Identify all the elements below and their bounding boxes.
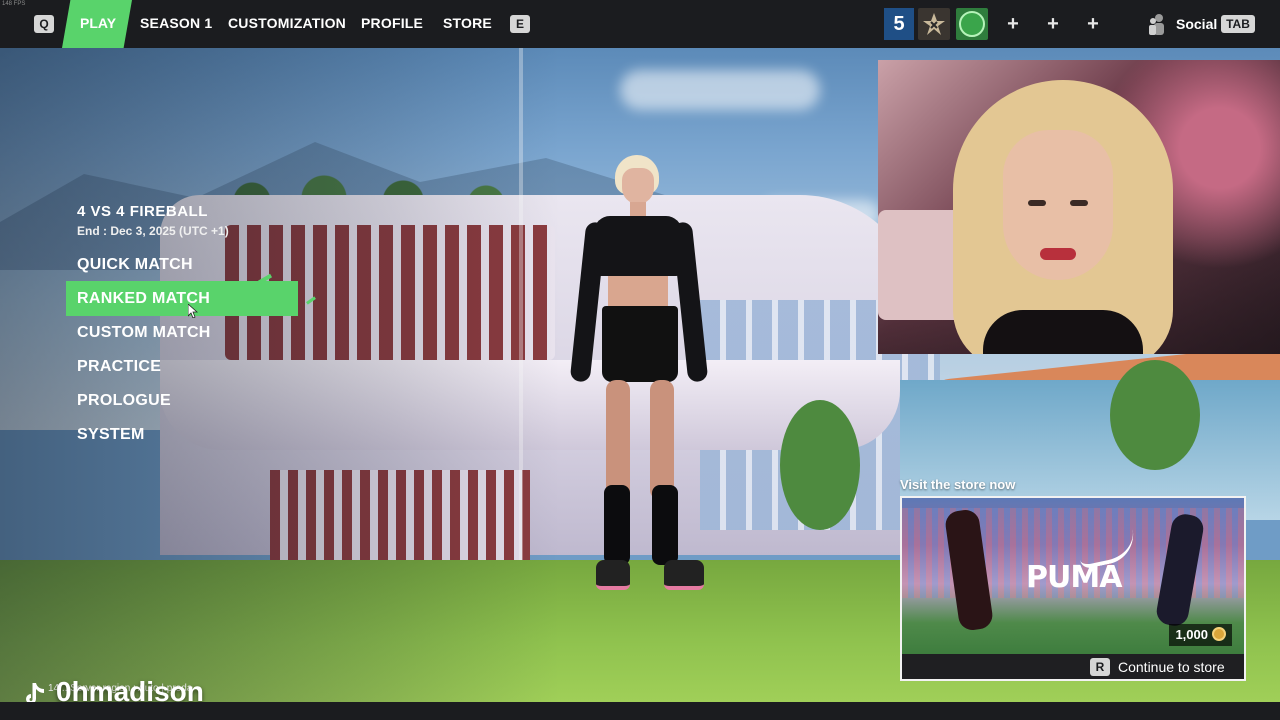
promo-footer[interactable]: R Continue to store <box>902 654 1244 679</box>
promo-brand-logo: PUMA <box>1026 560 1122 595</box>
star-emblem-icon <box>923 13 945 35</box>
tree <box>780 400 860 530</box>
menu-item-quick-match[interactable]: QUICK MATCH <box>77 256 193 274</box>
promo-price-value: 1,000 <box>1175 627 1208 642</box>
character-top <box>594 216 682 276</box>
tab-profile[interactable]: PROFILE <box>361 15 423 31</box>
streamer-eye <box>1028 200 1046 206</box>
tab-play-label: PLAY <box>80 15 117 31</box>
tab-store[interactable]: STORE <box>443 15 492 31</box>
character-leg <box>650 380 674 500</box>
social-label[interactable]: Social <box>1176 16 1217 32</box>
cloud <box>620 70 820 110</box>
character-boot <box>596 560 630 590</box>
character-leg <box>606 380 630 500</box>
character-sock <box>652 485 678 565</box>
continue-store-key[interactable]: R <box>1090 658 1110 676</box>
tab-play[interactable]: PLAY <box>62 0 132 48</box>
invite-slot-button[interactable]: + <box>1037 8 1069 40</box>
streamer-eye <box>1070 200 1088 206</box>
next-tab-key[interactable]: E <box>510 15 530 33</box>
menu-shade <box>0 48 560 720</box>
player-level-badge[interactable]: 5 <box>884 8 914 40</box>
party-avatar[interactable] <box>956 8 988 40</box>
tab-customization[interactable]: CUSTOMIZATION <box>228 15 346 31</box>
game-mode-end-date: End : Dec 3, 2025 (UTC +1) <box>77 224 229 238</box>
bottom-bar <box>0 702 1280 720</box>
character-sock <box>604 485 630 565</box>
player-character <box>560 150 720 600</box>
character-midriff <box>608 276 668 308</box>
menu-item-prologue[interactable]: PROLOGUE <box>77 392 171 410</box>
menu-item-custom-match[interactable]: CUSTOM MATCH <box>77 324 211 342</box>
top-nav-bar: 148 FPS Q PLAY SEASON 1 CUSTOMIZATION PR… <box>0 0 1280 48</box>
character-boot <box>664 560 704 590</box>
palm-tree <box>1110 360 1200 470</box>
character-face <box>622 168 654 204</box>
invite-slot-button[interactable]: + <box>1077 8 1109 40</box>
tab-season-1[interactable]: SEASON 1 <box>140 15 212 31</box>
streamer-lips <box>1040 248 1076 260</box>
rank-emblem-icon[interactable] <box>918 8 950 40</box>
mouse-cursor-icon <box>188 304 198 318</box>
store-promo-label: Visit the store now <box>900 477 1016 492</box>
continue-to-store-button[interactable]: Continue to store <box>1118 659 1225 675</box>
invite-slot-button[interactable]: + <box>997 8 1029 40</box>
menu-item-system[interactable]: SYSTEM <box>77 426 145 444</box>
prev-tab-key[interactable]: Q <box>34 15 54 33</box>
social-icon[interactable] <box>1148 12 1166 36</box>
store-promo-card[interactable]: PUMA 1,000 R Continue to store <box>900 496 1246 681</box>
fps-counter: 148 FPS <box>2 1 26 7</box>
soccer-ball-icon <box>959 11 985 37</box>
streamer-webcam <box>878 60 1280 354</box>
social-key[interactable]: TAB <box>1221 15 1255 33</box>
menu-item-practice[interactable]: PRACTICE <box>77 358 161 376</box>
coin-icon <box>1212 627 1226 641</box>
promo-price: 1,000 <box>1169 624 1232 646</box>
streamer-top <box>983 310 1143 354</box>
game-mode-title: 4 VS 4 FIREBALL <box>77 203 208 220</box>
character-shorts <box>602 306 678 382</box>
